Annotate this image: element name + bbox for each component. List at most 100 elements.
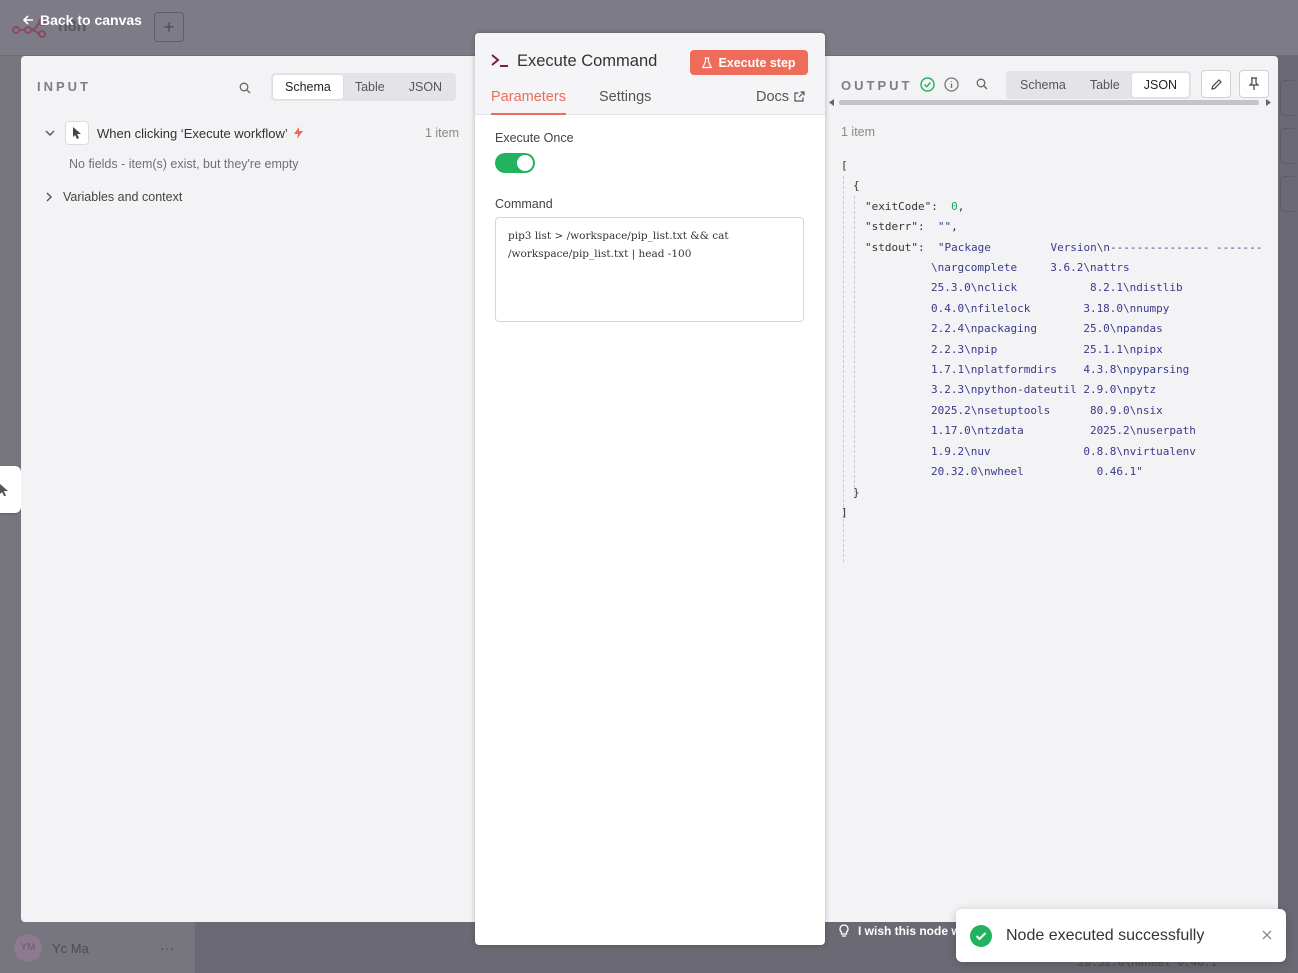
variables-label: Variables and context — [63, 190, 183, 204]
check-icon — [975, 931, 987, 940]
output-tab-table[interactable]: Table — [1078, 73, 1132, 97]
json-key: "exitCode": — [865, 199, 938, 213]
back-to-canvas-label: Back to canvas — [40, 12, 142, 28]
close-icon — [1262, 930, 1272, 940]
scroll-left-icon — [829, 99, 834, 106]
execute-step-label: Execute step — [718, 55, 796, 70]
input-search-button[interactable] — [235, 78, 255, 98]
json-stdout-line: 1.17.0\ntzdata 2025.2\nuserpath — [931, 424, 1196, 438]
json-row-exitcode: "exitCode": 0, — [865, 199, 965, 213]
lightbulb-icon — [839, 924, 849, 937]
pin-output-button[interactable] — [1239, 70, 1269, 98]
json-row-stdout: "stdout": "Package Version\n------------… — [841, 238, 1262, 258]
json-value: "" — [937, 220, 952, 234]
avatar: YM — [14, 934, 42, 962]
json-stdout-line: 25.3.0\nclick 8.2.1\ndistlib — [931, 281, 1183, 295]
json-stdout-line: 1.9.2\nuv 0.8.8\nvirtualenv — [931, 444, 1196, 458]
node-title[interactable]: Execute Command — [517, 52, 657, 71]
chevron-down-icon[interactable] — [45, 128, 55, 138]
add-tab-button[interactable]: + — [154, 12, 184, 42]
json-stdout-line: 2025.2\nsetuptools 80.9.0\nsix — [931, 403, 1163, 417]
json-value: "Package Version\n--------------- ------… — [937, 240, 1263, 254]
json-stdout-line: 20.32.0\nwheel 0.46.1" — [931, 465, 1143, 479]
back-to-canvas-button[interactable]: Back to canvas — [22, 12, 142, 28]
json-row-stderr: "stderr": "", — [865, 220, 958, 234]
json-open-bracket: [ — [841, 159, 848, 172]
cursor-icon — [0, 484, 8, 496]
json-key: "stdout": — [865, 240, 925, 254]
json-close-brace: } — [853, 485, 860, 499]
execute-step-button[interactable]: Execute step — [690, 50, 808, 75]
tab-parameters[interactable]: Parameters — [491, 89, 566, 115]
horizontal-scrollbar[interactable] — [829, 98, 1271, 106]
output-title: OUTPUT — [841, 78, 913, 93]
json-open-brace: { — [853, 179, 860, 193]
pin-icon — [1248, 77, 1260, 90]
user-menu[interactable]: YM Yc Ma — [14, 934, 89, 962]
edit-output-button[interactable] — [1201, 70, 1231, 98]
command-label: Command — [495, 197, 553, 211]
json-output: [ { "exitCode": 0, "stderr": "", "stdout": "… — [841, 156, 1262, 523]
input-tab-json[interactable]: JSON — [397, 75, 454, 99]
json-stdout-line: 0.4.0\nfilelock 3.18.0\nnumpy — [931, 301, 1170, 315]
bolt-icon — [293, 127, 303, 139]
docs-label: Docs — [756, 89, 790, 105]
json-stdout-line: \nargcomplete 3.6.2\nattrs — [931, 261, 1130, 275]
toast-close-button[interactable] — [1262, 928, 1272, 943]
chevron-right-icon — [46, 192, 52, 202]
arrow-left-icon — [22, 15, 33, 25]
json-stdout-line: 3.2.3\npython-dateutil 2.9.0\npytz — [931, 383, 1157, 397]
tab-settings[interactable]: Settings — [599, 89, 651, 115]
variables-and-context-toggle[interactable]: Variables and context — [45, 190, 182, 204]
search-icon — [976, 78, 988, 90]
input-item-count: 1 item — [424, 126, 459, 140]
user-name: Yc Ma — [52, 940, 89, 956]
output-search-button[interactable] — [974, 76, 990, 92]
json-stdout-line: 2.2.3\npip 25.1.1\npipx — [931, 342, 1163, 356]
search-icon — [239, 82, 251, 94]
success-check-icon — [970, 924, 992, 947]
output-item-count: 1 item — [841, 125, 876, 139]
terminal-icon — [491, 54, 508, 67]
pencil-icon — [1210, 78, 1222, 90]
cursor-icon — [73, 127, 81, 139]
feedback-prompt[interactable]: I wish this node w — [838, 924, 961, 938]
execute-once-label: Execute Once — [495, 131, 574, 145]
node-settings-panel: Execute Command Execute step Parameters … — [475, 33, 825, 945]
output-tab-json[interactable]: JSON — [1131, 73, 1190, 97]
input-title: INPUT — [37, 79, 91, 94]
user-more-button[interactable]: ··· — [160, 940, 174, 956]
docs-link[interactable]: Docs — [756, 89, 805, 115]
success-toast: Node executed successfully — [956, 909, 1286, 962]
toggle-knob — [517, 155, 533, 171]
input-panel: INPUT Schema Table JSON When clicking ‘E… — [21, 56, 481, 922]
output-tab-schema[interactable]: Schema — [1008, 73, 1078, 97]
feedback-text: I wish this node w — [858, 924, 961, 938]
json-key: "stderr": — [865, 220, 925, 234]
input-tab-table[interactable]: Table — [343, 75, 397, 99]
canvas-side-controls — [1280, 80, 1294, 220]
json-stdout-line: 2.2.4\npackaging 25.0\npandas — [931, 322, 1163, 336]
empty-fields-message: No fields - item(s) exist, but they're e… — [69, 157, 299, 171]
input-tab-schema[interactable]: Schema — [273, 75, 343, 99]
external-link-icon — [794, 91, 805, 102]
trigger-node-icon — [65, 121, 89, 145]
json-value: 0 — [951, 199, 958, 213]
trigger-node-row[interactable]: When clicking ‘Execute workflow’ 1 item — [45, 120, 459, 146]
output-view-switcher: Schema Table JSON — [1006, 71, 1192, 99]
scrollbar-thumb[interactable] — [839, 100, 1259, 105]
json-stdout-line: 1.7.1\nplatformdirs 4.3.8\npyparsing — [931, 363, 1190, 377]
success-check-icon — [920, 77, 935, 92]
command-input[interactable]: pip3 list > /workspace/pip_list.txt && c… — [495, 217, 804, 322]
flask-icon — [702, 56, 713, 68]
json-close-bracket: ] — [841, 505, 848, 519]
output-panel: OUTPUT Schema Table JSON 1 item [ { "exitC… — [825, 56, 1278, 922]
left-panel-handle[interactable] — [0, 466, 21, 513]
scroll-right-icon — [1266, 99, 1271, 106]
input-view-switcher: Schema Table JSON — [271, 73, 457, 101]
info-icon[interactable] — [944, 77, 959, 92]
trigger-node-label: When clicking ‘Execute workflow’ — [97, 125, 288, 141]
execute-once-toggle[interactable] — [495, 153, 535, 173]
node-header: Execute Command Execute step Parameters … — [475, 33, 825, 115]
toast-message: Node executed successfully — [1006, 926, 1205, 944]
